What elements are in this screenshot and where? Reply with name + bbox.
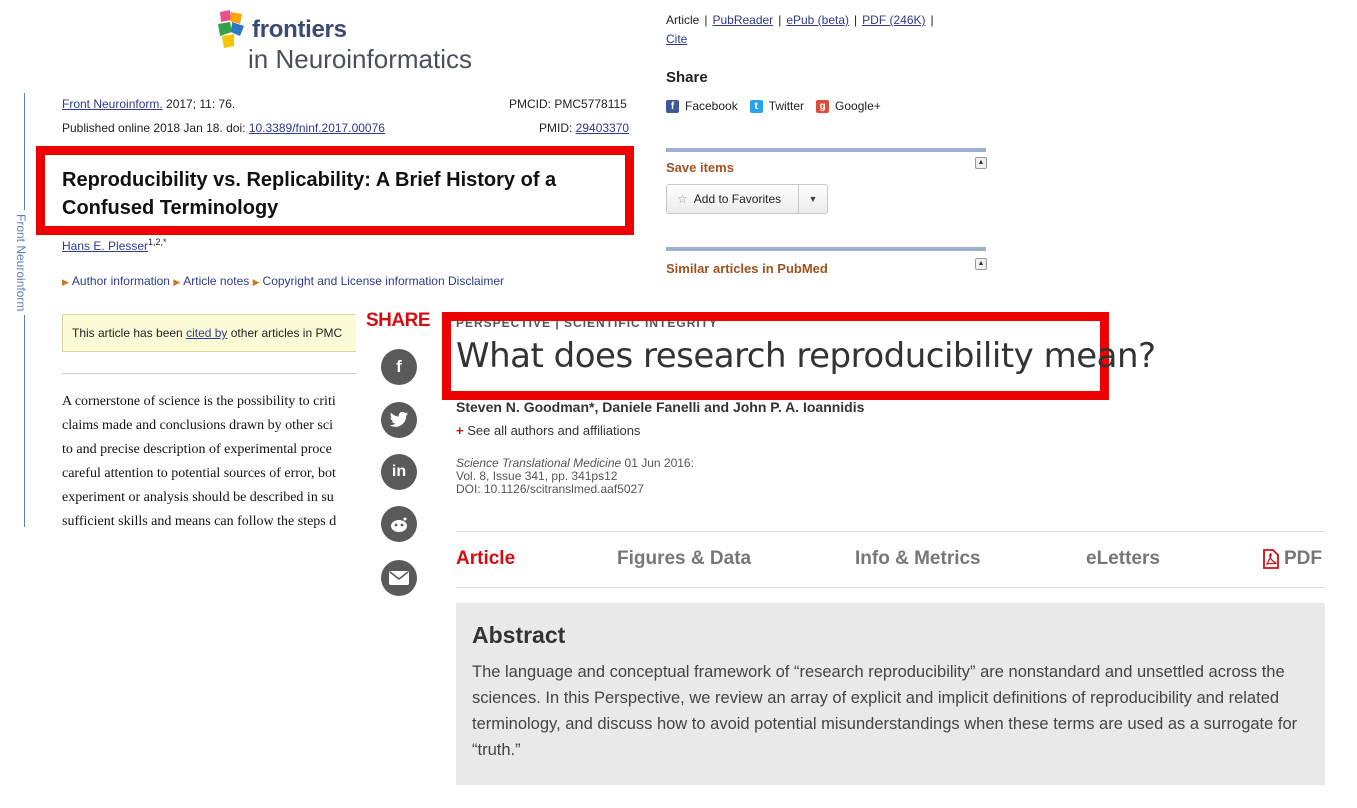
tab-article[interactable]: Article: [456, 548, 515, 570]
save-items-bar: [666, 148, 986, 152]
plus-icon: +: [456, 423, 464, 438]
facebook-icon[interactable]: f: [381, 349, 417, 385]
share-links: f Facebook t Twitter g Google+: [666, 99, 881, 113]
pdf-tab-label: PDF: [1284, 548, 1322, 569]
article-notes-link[interactable]: ▶ Article notes: [173, 274, 249, 288]
body-line: to and precise description of experiment…: [62, 442, 332, 457]
triangle-right-icon: ▶: [252, 277, 260, 287]
cited-suffix: other articles in PMC: [227, 326, 343, 340]
share-google-link[interactable]: Google+: [835, 99, 881, 113]
add-to-favorites-button[interactable]: ☆ Add to Favorites ▼: [666, 184, 828, 214]
share-twitter-link[interactable]: Twitter: [769, 99, 804, 113]
author-information-link[interactable]: ▶ Author information: [62, 274, 170, 288]
share-facebook-link[interactable]: Facebook: [685, 99, 738, 113]
published-prefix: Published online 2018 Jan 18. doi:: [62, 121, 249, 135]
author-line: Hans E. Plesser1,2,*: [62, 237, 167, 253]
author-affiliation-sup: 1,2,*: [148, 237, 167, 247]
journal-logo: frontiers in Neuroinformatics: [214, 6, 474, 76]
abstract-text: The language and conceptual framework of…: [472, 663, 1298, 759]
cited-by-notice: This article has been cited by other art…: [62, 314, 374, 352]
triangle-right-icon: ▶: [62, 277, 69, 287]
doi-link[interactable]: 10.3389/fninf.2017.00076: [249, 121, 385, 135]
links-trailing: License information Disclaimer: [340, 274, 504, 288]
title-line-2: Confused Terminology: [62, 197, 279, 219]
tab-figures-data[interactable]: Figures & Data: [617, 548, 751, 570]
frontiers-logo-icon: [218, 10, 244, 48]
format-epub-link[interactable]: ePub (beta): [786, 13, 849, 27]
article-title-science: What does research reproducibility mean?: [456, 336, 1156, 376]
cited-prefix: This article has been: [72, 326, 187, 340]
favorites-label: Add to Favorites: [693, 192, 782, 206]
tabs-bottom-divider: [456, 587, 1325, 588]
abstract-heading: Abstract: [472, 622, 566, 648]
share-heading: Share: [666, 69, 708, 86]
format-pdf-link[interactable]: PDF (246K): [862, 13, 925, 27]
pmid-prefix: PMID:: [539, 121, 576, 135]
tab-eletters[interactable]: eLetters: [1086, 548, 1160, 570]
title-line-1: Reproducibility vs. Replicability: A Bri…: [62, 169, 557, 191]
format-links: Article | PubReader | ePub (beta) | PDF (246K)…: [666, 13, 934, 46]
publish-date: 01 Jun 2016:: [621, 456, 694, 470]
email-icon[interactable]: [381, 560, 417, 596]
body-line: experiment or analysis should be describ…: [62, 490, 334, 505]
pmid-line: PMID: 29403370: [539, 121, 629, 135]
collapse-icon[interactable]: ▲: [975, 157, 987, 169]
journal-name: Science Translational Medicine: [456, 456, 622, 470]
share-label: SHARE: [366, 310, 431, 331]
published-line: Published online 2018 Jan 18. doi: 10.33…: [62, 121, 385, 135]
star-icon: ☆: [677, 192, 688, 206]
authors-line[interactable]: Steven N. Goodman*, Daniele Fanelli and …: [456, 399, 864, 415]
body-line: claims made and conclusions drawn by oth…: [62, 418, 333, 433]
body-line: sufficient skills and means can follow t…: [62, 514, 337, 529]
journal-meta: Science Translational Medicine 01 Jun 20…: [456, 457, 694, 496]
pmid-link[interactable]: 29403370: [576, 121, 629, 135]
vertical-journal-label: Front Neuroinform: [14, 210, 28, 316]
google-plus-icon[interactable]: g: [816, 99, 830, 113]
content-divider: [62, 373, 374, 374]
body-line: careful attention to potential sources o…: [62, 466, 336, 481]
author-link[interactable]: Hans E. Plesser: [62, 239, 148, 253]
author-information-label: Author information: [71, 274, 170, 288]
save-items-heading[interactable]: Save items: [666, 160, 734, 175]
pdf-icon: [1263, 549, 1279, 569]
cite-link[interactable]: Cite: [666, 32, 687, 46]
see-all-label: See all authors and affiliations: [467, 423, 641, 438]
linkedin-icon[interactable]: in: [381, 454, 417, 490]
chevron-down-icon[interactable]: ▼: [798, 185, 827, 213]
tabs-top-divider: [456, 531, 1325, 532]
format-article: Article: [666, 13, 700, 27]
doi-info: DOI: 10.1126/scitranslmed.aaf5027: [456, 482, 644, 496]
similar-articles-bar: [666, 247, 986, 251]
copyright-link[interactable]: ▶ Copyright and: [253, 274, 341, 288]
article-body-excerpt: A cornerstone of science is the possibil…: [62, 390, 367, 530]
citation-line: Front Neuroinform. 2017; 11: 76.: [62, 97, 235, 111]
triangle-right-icon: ▶: [173, 277, 181, 287]
article-title-pmc: Reproducibility vs. Replicability: A Bri…: [62, 166, 622, 222]
tab-pdf[interactable]: PDF: [1262, 548, 1322, 570]
citation-rest: 2017; 11: 76.: [162, 97, 236, 111]
similar-articles-heading[interactable]: Similar articles in PubMed: [666, 261, 828, 276]
format-pubreader-link[interactable]: PubReader: [712, 13, 773, 27]
reddit-icon[interactable]: [381, 506, 417, 542]
twitter-icon[interactable]: t: [749, 99, 763, 113]
logo-word-journal: in Neuroinformatics: [248, 44, 472, 74]
article-notes-label: Article notes: [183, 274, 250, 288]
body-line: A cornerstone of science is the possibil…: [62, 394, 336, 409]
journal-link[interactable]: Front Neuroinform.: [62, 97, 163, 111]
see-all-authors-link[interactable]: + See all authors and affiliations: [456, 423, 640, 438]
cited-by-link[interactable]: cited by: [186, 326, 227, 340]
facebook-icon[interactable]: f: [666, 99, 679, 113]
copyright-label: Copyright and: [262, 274, 341, 288]
logo-word-frontiers: frontiers: [252, 16, 347, 43]
pmcid: PMCID: PMC5778115: [509, 97, 627, 111]
collapse-icon[interactable]: ▲: [975, 258, 987, 270]
article-info-links: ▶ Author information ▶ Article notes ▶ Copy…: [62, 274, 504, 288]
tab-info-metrics[interactable]: Info & Metrics: [855, 548, 981, 570]
twitter-icon[interactable]: [381, 402, 417, 438]
